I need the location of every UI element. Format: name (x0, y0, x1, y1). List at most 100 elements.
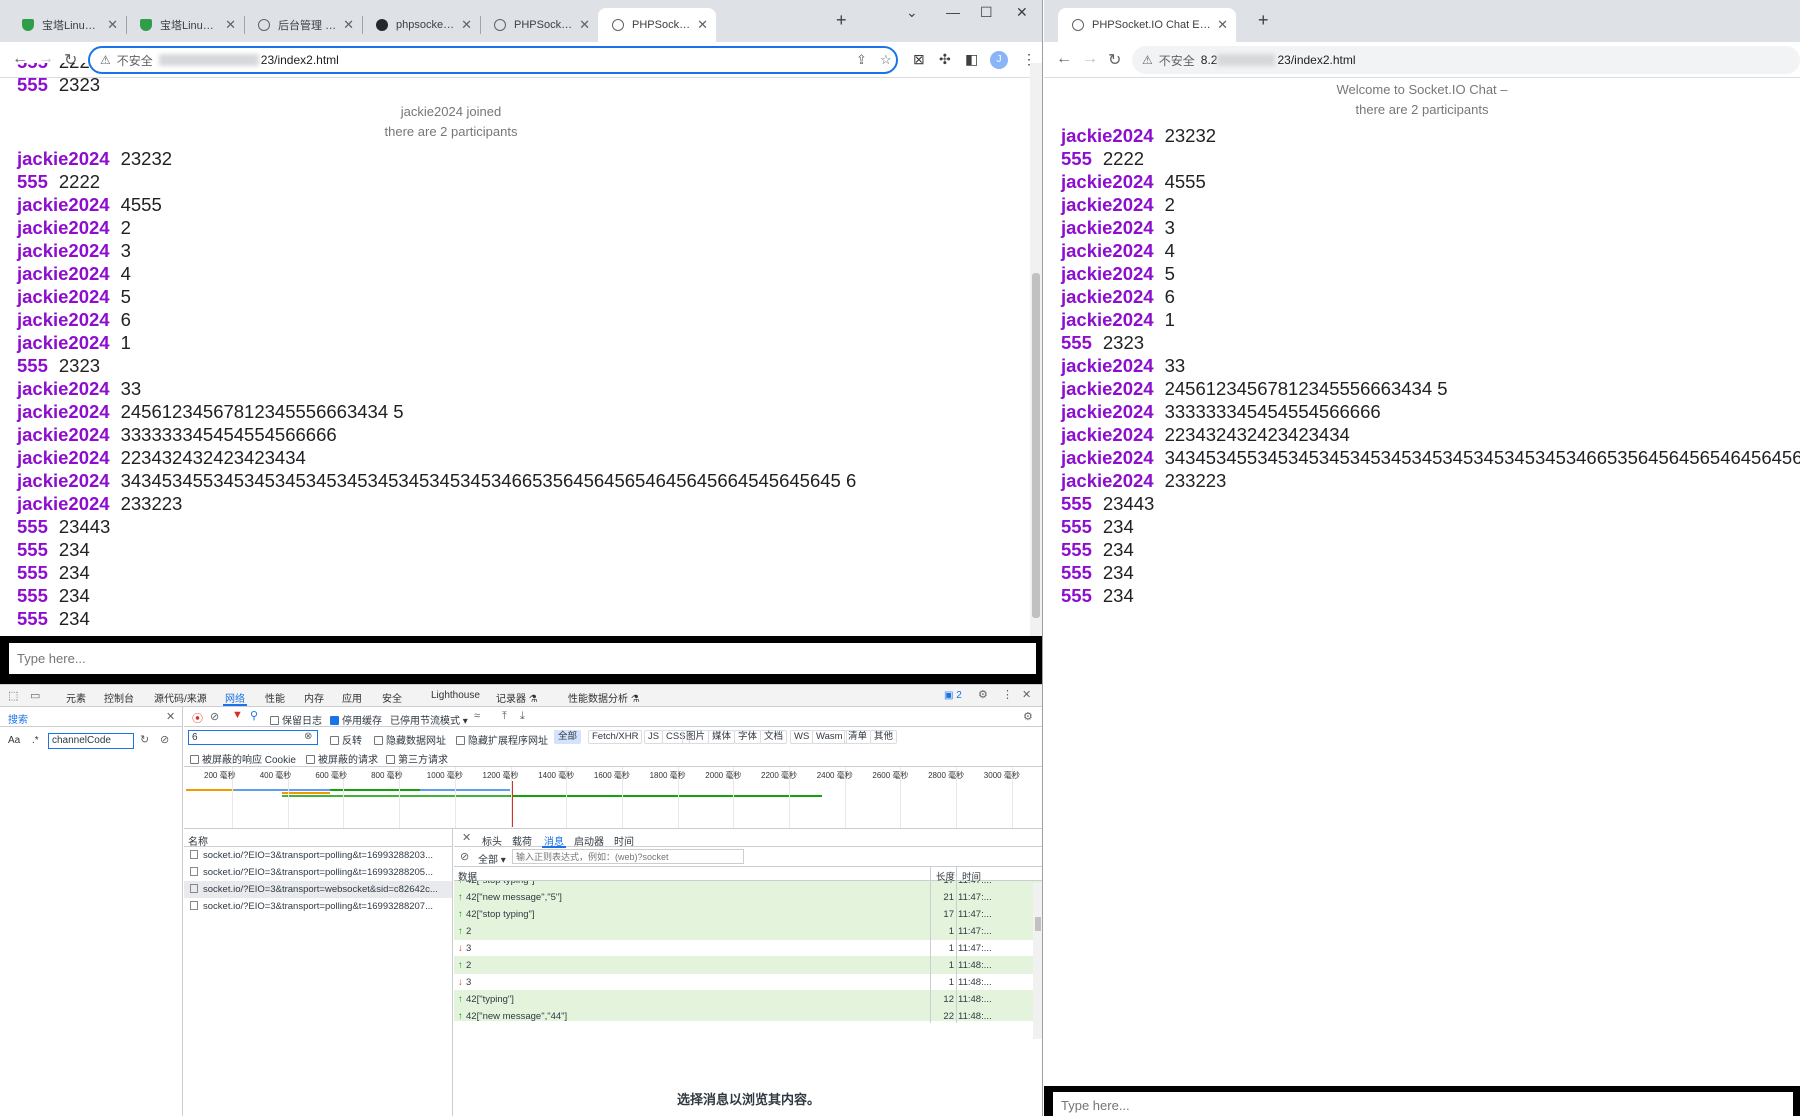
refresh-search-icon[interactable]: ↻ (140, 733, 149, 746)
filter-chip[interactable]: 清单 (844, 730, 872, 744)
message-type-select[interactable]: 全部 ▾ (478, 851, 506, 866)
message-row[interactable]: ↓ 3 1 11:47:... (454, 940, 1042, 957)
clear-messages-icon[interactable]: ⊘ (460, 850, 469, 863)
message-row[interactable]: ↑ 42["typing"] 12 11:48:... (454, 991, 1042, 1008)
request-row[interactable]: socket.io/?EIO=3&transport=websocket&sid… (184, 881, 452, 898)
message-row[interactable]: ↓ 3 1 11:48:... (454, 974, 1042, 991)
close-tab-icon[interactable]: ✕ (579, 17, 590, 33)
match-case-toggle[interactable]: Aa (8, 735, 20, 746)
close-tab-icon[interactable]: ✕ (225, 17, 236, 33)
tab-6[interactable]: PHPSocket.IO Ch ✕ (598, 8, 716, 42)
network-overview[interactable]: 200 毫秒 400 毫秒 600 毫秒 800 毫秒 1000 毫秒 1200 毫秒 14… (184, 767, 1042, 829)
new-tab-button[interactable]: + (1258, 10, 1269, 31)
tab-chat-example[interactable]: PHPSocket.IO Chat Example ✕ (1058, 8, 1236, 42)
devtools-tab[interactable]: 应用 (342, 690, 362, 705)
filter-chip[interactable]: 字体 (734, 730, 762, 744)
message-row[interactable]: ↑ 42["new message","5"] 21 11:47:... (454, 889, 1042, 906)
filter-chip[interactable]: 图片 (682, 730, 710, 744)
devtools-tab[interactable]: 安全 (382, 690, 402, 705)
search-icon[interactable]: ⚲ (250, 709, 258, 722)
blocked-requests-checkbox[interactable]: 被屏蔽的请求 (306, 751, 378, 766)
hide-ext-urls-checkbox[interactable]: 隐藏扩展程序网址 (456, 732, 548, 747)
clear-filter-icon[interactable]: ⊗ (304, 731, 312, 742)
scroll-thumb[interactable] (1032, 273, 1040, 618)
message-input[interactable] (9, 643, 1036, 674)
devtools-tab[interactable]: 内存 (304, 690, 324, 705)
tab-search-icon[interactable]: ⌄ (906, 4, 918, 21)
detail-tab[interactable]: 启动器 (574, 833, 604, 848)
address-bar[interactable]: ⚠ 不安全 8.2 23/index2.html (1132, 46, 1800, 74)
name-column-header[interactable]: 名称 (184, 829, 452, 848)
hide-data-urls-checkbox[interactable]: 隐藏数据网址 (374, 732, 446, 747)
back-icon[interactable]: ← (1056, 50, 1072, 68)
tab-2[interactable]: 宝塔Linux面板 ✕ (126, 8, 244, 42)
devtools-tab[interactable]: 性能数据分析 ⚗ (568, 690, 640, 705)
tab-5[interactable]: PHPSocket.IO Ch ✕ (480, 8, 598, 42)
close-tab-icon[interactable]: ✕ (107, 17, 118, 33)
message-row[interactable]: ↑ 2 1 11:48:... (454, 957, 1042, 974)
scroll-thumb[interactable] (1035, 917, 1041, 931)
devtools-tab[interactable]: 记录器 ⚗ (496, 690, 538, 705)
clear-icon[interactable]: ⊘ (210, 710, 219, 723)
message-row[interactable]: ↑ 2 1 11:47:... (454, 923, 1042, 940)
close-window-button[interactable]: ✕ (1016, 4, 1028, 21)
detail-tab[interactable]: 载荷 (512, 833, 532, 848)
request-row[interactable]: socket.io/?EIO=3&transport=polling&t=169… (184, 847, 452, 864)
invert-checkbox[interactable]: 反转 (330, 732, 362, 747)
clear-search-icon[interactable]: ⊘ (160, 733, 169, 746)
filter-chip[interactable]: Fetch/XHR (588, 730, 643, 744)
network-conditions-icon[interactable]: ≈ (474, 710, 480, 722)
detail-tab[interactable]: 时间 (614, 833, 634, 848)
reload-icon[interactable]: ↻ (1108, 50, 1121, 70)
regex-toggle[interactable]: .* (32, 735, 39, 746)
devtools-tab[interactable]: 控制台 (104, 690, 134, 705)
filter-input[interactable]: 6 (188, 730, 318, 745)
devtools-tab[interactable]: Lighthouse (431, 690, 480, 701)
disable-cache-checkbox[interactable]: 停用缓存 (330, 712, 382, 727)
messages-scrollbar[interactable] (1033, 883, 1042, 1039)
close-tab-icon[interactable]: ✕ (697, 17, 708, 33)
message-input[interactable] (1053, 1092, 1793, 1116)
devtools-tab[interactable]: 源代码/来源 (154, 690, 207, 705)
detail-tab[interactable]: 消息 (542, 833, 566, 848)
issues-badge[interactable]: ▣ 2 (944, 690, 962, 701)
filter-chip[interactable]: 全部 (554, 730, 582, 744)
search-input[interactable]: channelCode (48, 733, 134, 749)
message-row[interactable]: ↑42["stop typing"] 17 11:47:... (454, 881, 1042, 889)
chat-scrollbar[interactable] (1030, 63, 1042, 636)
throttle-select[interactable]: 已停用节流模式 ▾ (390, 712, 468, 727)
request-row[interactable]: socket.io/?EIO=3&transport=polling&t=169… (184, 864, 452, 881)
maximize-button[interactable]: ☐ (980, 4, 993, 21)
import-har-icon[interactable]: ⤒ (502, 710, 507, 723)
devtools-tab[interactable]: 网络 (223, 690, 247, 706)
forward-icon[interactable]: → (1082, 50, 1098, 68)
more-options-icon[interactable]: ⋮ (1002, 688, 1013, 701)
minimize-button[interactable]: — (946, 4, 960, 20)
close-tab-icon[interactable]: ✕ (1217, 17, 1228, 33)
message-row[interactable]: ↑ 42["new message","44"] 22 11:48:... (454, 1008, 1042, 1021)
devtools-tab[interactable]: 元素 (66, 690, 86, 705)
request-row[interactable]: socket.io/?EIO=3&transport=polling&t=169… (184, 898, 452, 915)
detail-tab[interactable]: 标头 (482, 833, 502, 848)
new-tab-button[interactable]: + (836, 10, 847, 31)
close-detail-icon[interactable]: ✕ (462, 831, 471, 844)
blocked-cookies-checkbox[interactable]: 被屏蔽的响应 Cookie (190, 751, 296, 766)
filter-icon[interactable]: ▼ (232, 709, 243, 721)
close-tab-icon[interactable]: ✕ (343, 17, 354, 33)
close-tab-icon[interactable]: ✕ (461, 17, 472, 33)
tab-1[interactable]: 宝塔Linux面板 ✕ (8, 8, 126, 42)
export-har-icon[interactable]: ⤓ (520, 710, 525, 723)
search-tab[interactable]: 搜索 (8, 711, 28, 726)
filter-chip[interactable]: 媒体 (708, 730, 736, 744)
close-search-icon[interactable]: ✕ (166, 710, 175, 723)
third-party-checkbox[interactable]: 第三方请求 (386, 751, 448, 766)
tab-4[interactable]: phpsocket.io/exa ✕ (362, 8, 480, 42)
settings-gear-icon[interactable]: ⚙ (978, 688, 988, 701)
filter-chip[interactable]: WS (790, 730, 814, 744)
preserve-log-checkbox[interactable]: 保留日志 (270, 712, 322, 727)
device-toolbar-icon[interactable]: ▭ (30, 689, 40, 702)
filter-chip[interactable]: 其他 (870, 730, 898, 744)
record-icon[interactable]: ⦿ (192, 710, 203, 726)
message-filter-input[interactable] (512, 849, 744, 864)
inspect-icon[interactable]: ⬚ (8, 689, 18, 702)
